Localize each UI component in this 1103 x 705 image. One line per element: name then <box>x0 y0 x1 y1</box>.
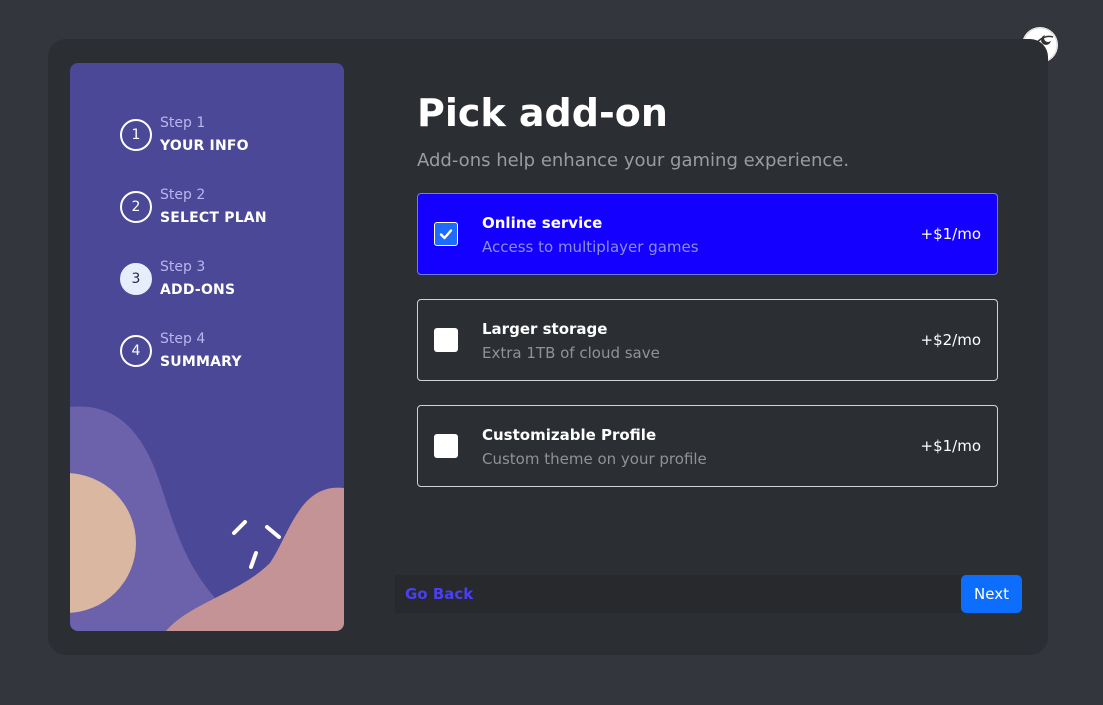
next-button[interactable]: Next <box>961 575 1022 613</box>
steps-sidebar: 1 Step 1 YOUR INFO 2 Step 2 SELECT PLAN … <box>70 63 344 631</box>
addon-price: +$1/mo <box>920 225 982 243</box>
step-number: 4 <box>120 335 152 367</box>
step-number: 2 <box>120 191 152 223</box>
page-title: Pick add-on <box>417 91 668 135</box>
footer-bar <box>395 575 963 613</box>
addon-description: Access to multiplayer games <box>482 238 699 256</box>
addon-name: Customizable Profile <box>482 426 657 444</box>
addon-price: +$1/mo <box>920 437 982 455</box>
addon-description: Custom theme on your profile <box>482 450 707 468</box>
form-card: 1 Step 1 YOUR INFO 2 Step 2 SELECT PLAN … <box>48 39 1048 655</box>
step-title: SUMMARY <box>160 354 242 370</box>
addon-customizable-profile[interactable]: Customizable Profile Custom theme on you… <box>417 405 998 487</box>
addon-online-service[interactable]: Online service Access to multiplayer gam… <box>417 193 998 275</box>
addon-name: Larger storage <box>482 320 608 338</box>
go-back-link[interactable]: Go Back <box>405 585 473 603</box>
step-number: 3 <box>120 263 152 295</box>
step-label: Step 3 <box>160 259 206 275</box>
addon-checkbox[interactable] <box>434 222 458 246</box>
addon-price: +$2/mo <box>920 331 982 349</box>
main-content: Pick add-on Add-ons help enhance your ga… <box>395 39 1022 655</box>
step-title: ADD-ONS <box>160 282 236 298</box>
addon-checkbox[interactable] <box>434 328 458 352</box>
step-label: Step 4 <box>160 331 206 347</box>
step-title: YOUR INFO <box>160 138 249 154</box>
page-subtitle: Add-ons help enhance your gaming experie… <box>417 150 850 171</box>
addon-checkbox[interactable] <box>434 434 458 458</box>
addon-larger-storage[interactable]: Larger storage Extra 1TB of cloud save +… <box>417 299 998 381</box>
checkmark-icon <box>439 229 453 240</box>
step-label: Step 2 <box>160 187 206 203</box>
addon-name: Online service <box>482 214 603 232</box>
step-title: SELECT PLAN <box>160 210 267 226</box>
addon-description: Extra 1TB of cloud save <box>482 344 660 362</box>
step-number: 1 <box>120 119 152 151</box>
step-label: Step 1 <box>160 115 206 131</box>
